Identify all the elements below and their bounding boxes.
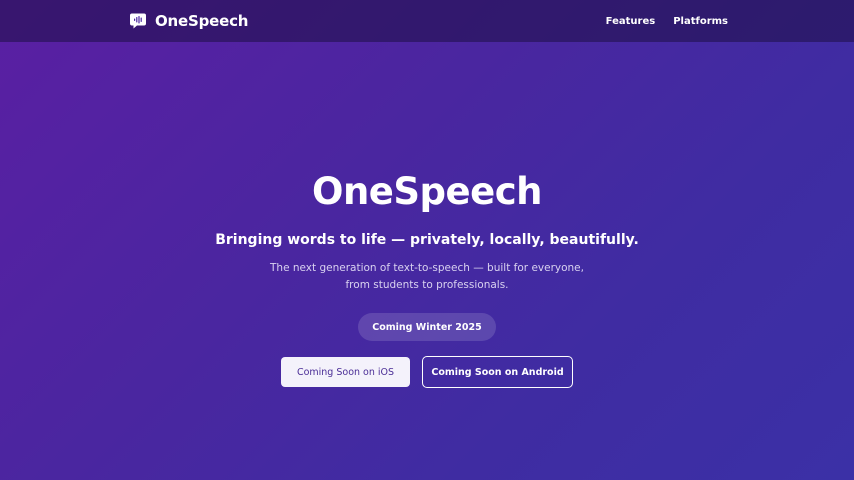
hero-subtitle: Bringing words to life — privately, loca… — [215, 232, 639, 248]
android-coming-soon-button[interactable]: Coming Soon on Android — [422, 356, 573, 388]
hero-description: The next generation of text-to-speech — … — [270, 262, 584, 291]
ios-coming-soon-button[interactable]: Coming Soon on iOS — [281, 357, 410, 387]
hero-section: OneSpeech Bringing words to life — priva… — [0, 0, 854, 480]
cta-row: Coming Soon on iOS Coming Soon on Androi… — [281, 356, 573, 388]
release-badge: Coming Winter 2025 — [358, 313, 496, 341]
hero-title: OneSpeech — [312, 170, 542, 213]
